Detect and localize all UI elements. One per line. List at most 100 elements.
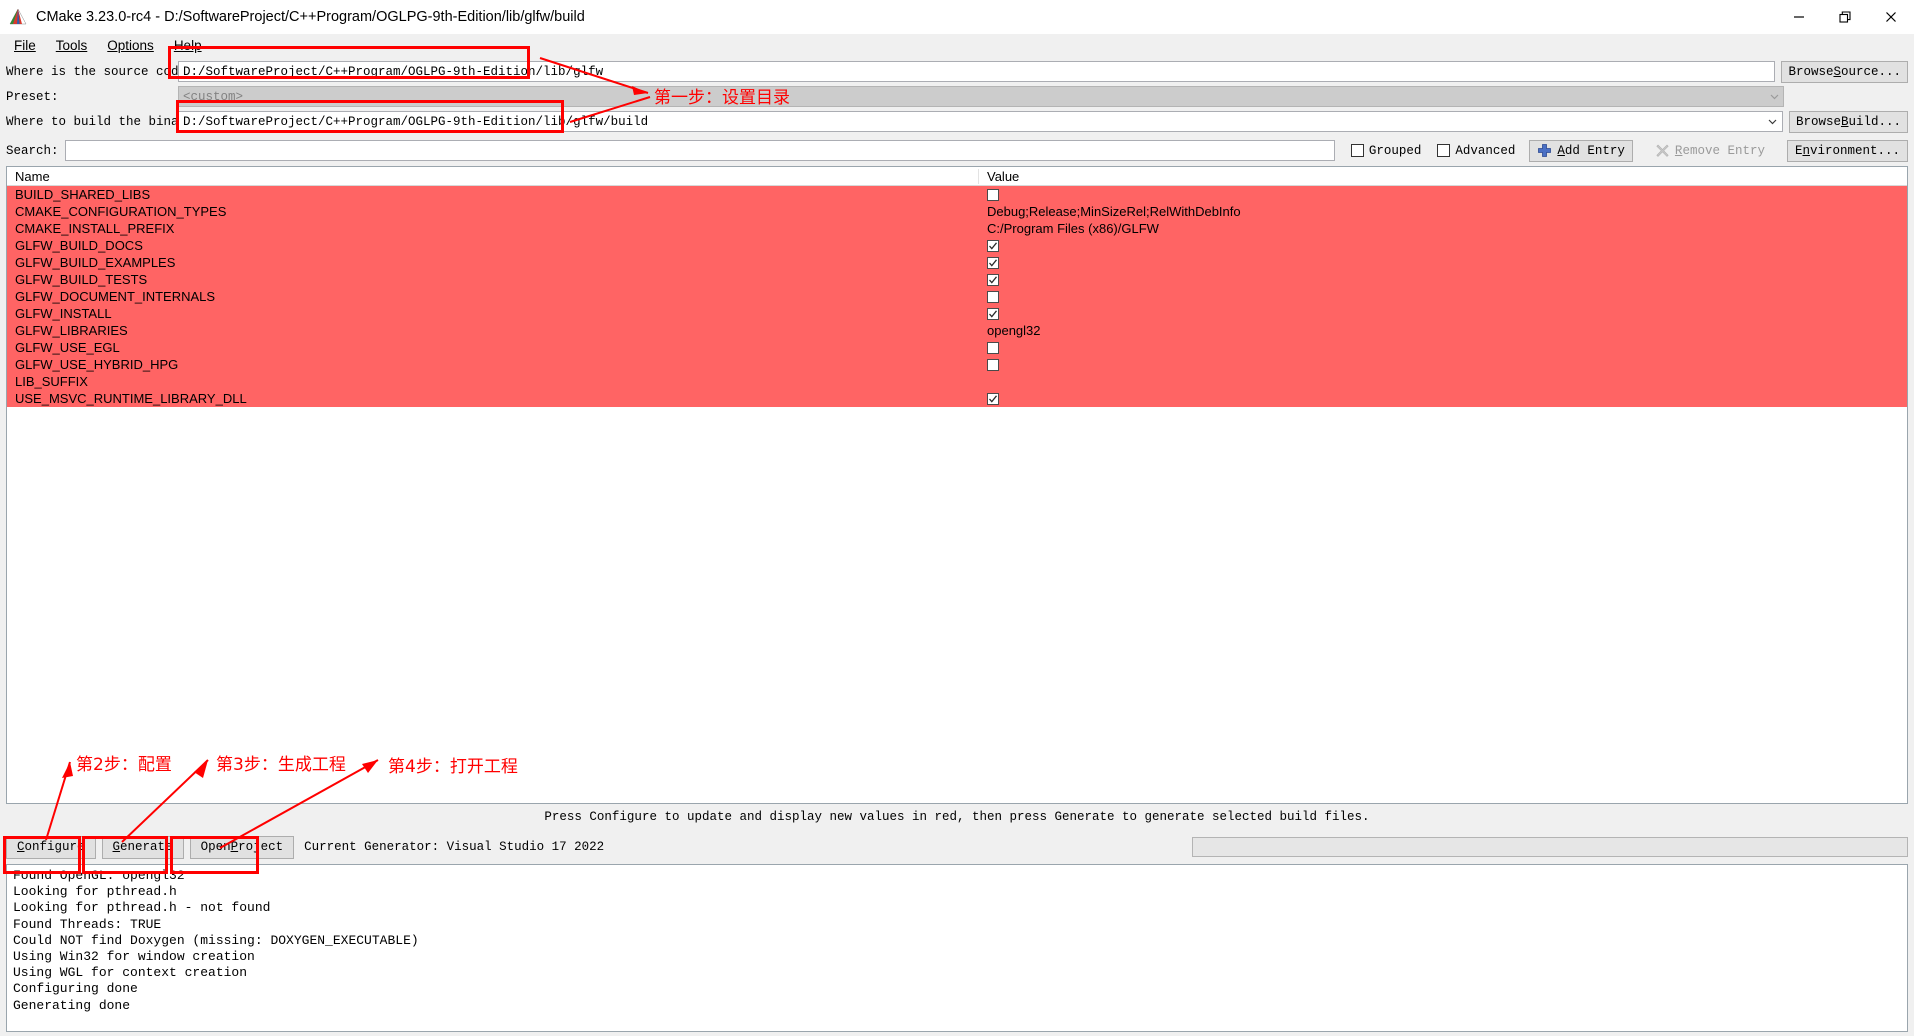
checkbox-unchecked-icon[interactable] — [987, 188, 999, 201]
cache-entry-value[interactable] — [979, 273, 1907, 286]
checkbox-checked-icon[interactable] — [987, 239, 999, 252]
checkbox-checked-icon[interactable] — [987, 392, 999, 405]
maximize-restore-icon[interactable] — [1822, 0, 1868, 34]
cache-entry-name: BUILD_SHARED_LIBS — [15, 187, 151, 202]
cache-entry-name: CMAKE_INSTALL_PREFIX — [15, 221, 175, 236]
table-row[interactable]: GLFW_BUILD_DOCS — [7, 237, 1907, 254]
table-row[interactable]: GLFW_USE_EGL — [7, 339, 1907, 356]
grouped-label: Grouped — [1368, 143, 1422, 158]
cache-entry-value[interactable] — [979, 358, 1907, 371]
preset-label: Preset: — [6, 89, 59, 104]
checkbox-checked-icon[interactable] — [987, 256, 999, 269]
table-row[interactable]: USE_MSVC_RUNTIME_LIBRARY_DLL — [7, 390, 1907, 407]
search-toolbar: Search: Grouped Advanced Add Entry R emo… — [0, 139, 1914, 162]
cache-entry-name: GLFW_USE_EGL — [15, 340, 120, 355]
remove-entry-mnemonic: R — [1674, 143, 1683, 158]
advanced-label: Advanced — [1455, 143, 1516, 158]
checkbox-checked-icon[interactable] — [987, 273, 999, 286]
column-header-value[interactable]: Value — [979, 169, 1907, 184]
generate-button[interactable]: Generate — [101, 835, 184, 859]
table-header: Name Value — [7, 167, 1907, 186]
plus-icon — [1537, 143, 1552, 158]
environment-button[interactable]: En vironment... — [1786, 139, 1908, 162]
advanced-checkbox[interactable]: Advanced — [1437, 144, 1515, 158]
menu-file[interactable]: File — [4, 36, 46, 55]
table-row[interactable]: GLFW_BUILD_TESTS — [7, 271, 1907, 288]
log-output[interactable]: Found OpenGL: opengl32 Looking for pthrea… — [6, 864, 1908, 1032]
title-bar: CMake 3.23.0-rc4 - D:/SoftwareProject/C+… — [0, 0, 1914, 34]
cache-entry-value[interactable]: opengl32 — [979, 323, 1907, 338]
log-line: Found Threads: TRUE — [13, 916, 162, 932]
search-label: Search: — [6, 143, 59, 158]
search-input[interactable] — [64, 140, 1335, 161]
checkbox-checked-icon[interactable] — [987, 307, 999, 320]
cache-entry-name: LIB_SUFFIX — [15, 374, 88, 389]
cache-entry-value[interactable] — [979, 256, 1907, 269]
grouped-checkbox[interactable]: Grouped — [1350, 143, 1422, 158]
cache-entry-name: GLFW_BUILD_EXAMPLES — [15, 255, 176, 270]
cache-entry-value[interactable] — [979, 341, 1907, 354]
build-path-value: D:/SoftwareProject/C++Program/OGLPG-9th-… — [183, 114, 649, 129]
checkbox-unchecked-icon[interactable] — [987, 341, 999, 354]
browse-build-button[interactable]: Browse Build... — [1788, 110, 1908, 133]
table-row[interactable]: CMAKE_CONFIGURATION_TYPES Debug;Release;M… — [7, 203, 1907, 220]
table-row[interactable]: GLFW_DOCUMENT_INTERNALS — [7, 288, 1907, 305]
browse-build-pre: Browse — [1795, 114, 1841, 129]
close-icon[interactable] — [1868, 0, 1914, 34]
cache-entries-table[interactable]: Name Value BUILD_SHARED_LIBS CMAKE_CONFIG… — [6, 166, 1908, 804]
cache-entry-value[interactable] — [979, 307, 1907, 320]
table-row[interactable]: CMAKE_INSTALL_PREFIX C:/Program Files (x8… — [7, 220, 1907, 237]
path-form: Where is the source code: D:/SoftwarePro… — [0, 56, 1914, 137]
source-label: Where is the source code: — [6, 64, 194, 79]
build-row: Where to build the binaries: D:/Software… — [6, 110, 1908, 133]
menu-tools-label: Tools — [55, 37, 88, 53]
configure-button[interactable]: Configure — [6, 835, 96, 859]
minimize-icon[interactable] — [1776, 0, 1822, 34]
menu-help[interactable]: Help — [164, 36, 212, 55]
remove-entry-post: emove Entry — [1682, 143, 1765, 158]
log-line: Found OpenGL: opengl32 — [13, 868, 185, 883]
table-row[interactable]: BUILD_SHARED_LIBS — [7, 186, 1907, 203]
table-row[interactable]: GLFW_INSTALL — [7, 305, 1907, 322]
checkbox-unchecked-icon[interactable] — [987, 358, 999, 371]
cache-entry-name: GLFW_INSTALL — [15, 306, 112, 321]
menu-options[interactable]: Options — [97, 36, 164, 55]
browse-source-button[interactable]: Browse Source... — [1781, 60, 1908, 83]
open-project-button[interactable]: Open Project — [189, 835, 295, 859]
column-header-name[interactable]: Name — [7, 168, 979, 184]
configure-label: onfigure — [24, 840, 85, 854]
grouped-checkbox-box — [1350, 144, 1364, 157]
table-row[interactable]: GLFW_BUILD_EXAMPLES — [7, 254, 1907, 271]
cache-entry-name: GLFW_USE_HYBRID_HPG — [15, 357, 179, 372]
table-row[interactable]: GLFW_USE_HYBRID_HPG — [7, 356, 1907, 373]
open-project-post: roject — [238, 840, 284, 854]
advanced-checkbox-box — [1437, 144, 1451, 157]
cache-entry-value[interactable]: Debug;Release;MinSizeRel;RelWithDebInfo — [979, 204, 1907, 219]
add-entry-button[interactable]: Add Entry — [1529, 139, 1633, 162]
menu-tools[interactable]: Tools — [46, 36, 98, 55]
log-line: Generating done — [13, 997, 131, 1013]
environment-pre: E — [1794, 143, 1803, 158]
remove-entry-button[interactable]: Remove Entry — [1646, 139, 1773, 162]
cache-entry-value[interactable] — [979, 290, 1907, 303]
cache-entry-name: USE_MSVC_RUNTIME_LIBRARY_DLL — [15, 391, 247, 406]
cache-entry-name: GLFW_BUILD_DOCS — [15, 238, 143, 253]
build-path-input[interactable]: D:/SoftwareProject/C++Program/OGLPG-9th-… — [178, 111, 1783, 132]
cache-entry-value[interactable] — [979, 239, 1907, 252]
cache-entry-value[interactable]: C:/Program Files (x86)/GLFW — [979, 221, 1907, 236]
cache-entry-value[interactable] — [979, 392, 1907, 405]
browse-build-post: uild... — [1848, 114, 1901, 129]
table-row[interactable]: LIB_SUFFIX — [7, 373, 1907, 390]
table-row[interactable]: GLFW_LIBRARIES opengl32 — [7, 322, 1907, 339]
progress-bar — [1192, 837, 1908, 857]
chevron-down-icon[interactable] — [1764, 112, 1782, 131]
source-path-input[interactable]: D:/SoftwareProject/C++Program/OGLPG-9th-… — [178, 61, 1776, 82]
cache-entry-value[interactable] — [979, 188, 1907, 201]
log-line: Using Win32 for window creation — [13, 949, 255, 965]
log-line: Looking for pthread.h — [13, 884, 177, 900]
browse-build-mnemonic: B — [1840, 114, 1849, 129]
browse-source-pre: Browse — [1788, 64, 1834, 79]
preset-combobox[interactable]: <custom> — [178, 86, 1784, 107]
checkbox-unchecked-icon[interactable] — [987, 290, 999, 303]
cache-entry-name: GLFW_DOCUMENT_INTERNALS — [15, 289, 216, 304]
